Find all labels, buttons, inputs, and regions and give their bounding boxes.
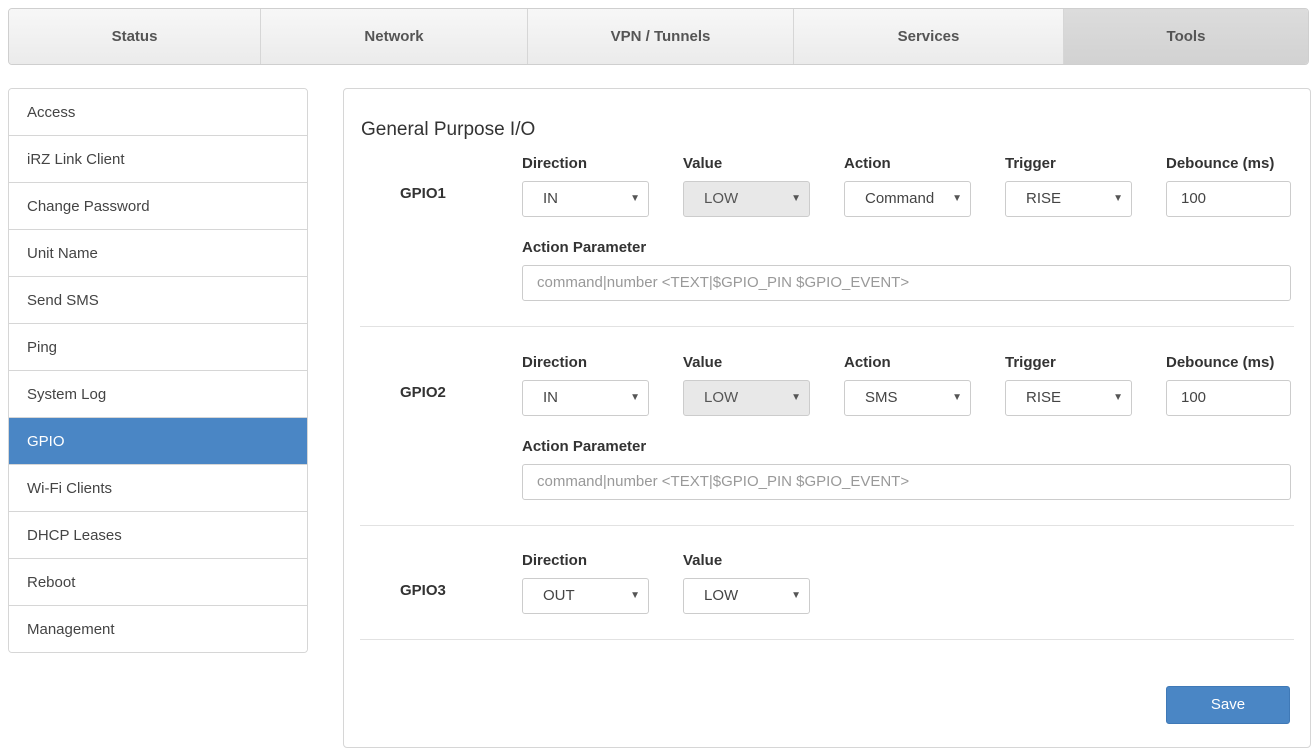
- gpio2-action-label: Action: [844, 354, 891, 371]
- chevron-down-icon: ▼: [630, 392, 640, 403]
- gpio2-direction-select[interactable]: IN ▼: [522, 380, 649, 416]
- gpio2-debounce-input[interactable]: 100: [1166, 380, 1291, 416]
- chevron-down-icon: ▼: [1113, 392, 1123, 403]
- gpio3-direction-value: OUT: [543, 587, 575, 604]
- sidebar-item-send-sms[interactable]: Send SMS: [9, 277, 307, 324]
- gpio3-label: GPIO3: [400, 582, 446, 599]
- chevron-down-icon: ▼: [791, 590, 801, 601]
- sidebar-item-system-log[interactable]: System Log: [9, 371, 307, 418]
- gpio2-value-select: LOW ▼: [683, 380, 810, 416]
- gpio2-action-select[interactable]: SMS ▼: [844, 380, 971, 416]
- gpio1-direction-label: Direction: [522, 155, 588, 172]
- sidebar-item-management[interactable]: Management: [9, 606, 307, 652]
- gpio2-action-parameter-input[interactable]: command|number <TEXT|$GPIO_PIN $GPIO_EVE…: [522, 464, 1291, 500]
- sidebar-item-ping[interactable]: Ping: [9, 324, 307, 371]
- gpio1-value-select: LOW ▼: [683, 181, 810, 217]
- gpio1-label: GPIO1: [400, 185, 446, 202]
- tab-vpn-tunnels[interactable]: VPN / Tunnels: [528, 9, 794, 64]
- sidebar-menu: Access iRZ Link Client Change Password U…: [8, 88, 308, 653]
- gpio2-direction-label: Direction: [522, 354, 588, 371]
- chevron-down-icon: ▼: [952, 392, 962, 403]
- chevron-down-icon: ▼: [1113, 193, 1123, 204]
- gpio2-action-value: SMS: [865, 389, 898, 406]
- gpio2-debounce-label: Debounce (ms): [1166, 354, 1275, 371]
- gpio1-action-parameter-label: Action Parameter: [522, 239, 647, 256]
- chevron-down-icon: ▼: [630, 590, 640, 601]
- sidebar-item-wifi-clients[interactable]: Wi-Fi Clients: [9, 465, 307, 512]
- gpio1-action-select[interactable]: Command ▼: [844, 181, 971, 217]
- chevron-down-icon: ▼: [791, 193, 801, 204]
- sidebar-item-reboot[interactable]: Reboot: [9, 559, 307, 606]
- gpio3-value-select[interactable]: LOW ▼: [683, 578, 810, 614]
- gpio2-trigger-select[interactable]: RISE ▼: [1005, 380, 1132, 416]
- sidebar-item-access[interactable]: Access: [9, 89, 307, 136]
- gpio1-action-label: Action: [844, 155, 891, 172]
- gpio1-value-label: Value: [683, 155, 723, 172]
- tab-network[interactable]: Network: [261, 9, 528, 64]
- tab-tools[interactable]: Tools: [1064, 9, 1308, 64]
- chevron-down-icon: ▼: [952, 193, 962, 204]
- page-title: General Purpose I/O: [361, 119, 536, 140]
- sidebar-item-dhcp-leases[interactable]: DHCP Leases: [9, 512, 307, 559]
- gpio1-direction-value: IN: [543, 190, 558, 207]
- gpio1-trigger-label: Trigger: [1005, 155, 1056, 172]
- divider: [360, 525, 1294, 526]
- gpio2-action-parameter-label: Action Parameter: [522, 438, 647, 455]
- gpio2-label: GPIO2: [400, 384, 446, 401]
- gpio1-value-value: LOW: [704, 190, 739, 207]
- divider: [360, 326, 1294, 327]
- save-button[interactable]: Save: [1166, 686, 1290, 724]
- gpio2-value-value: LOW: [704, 389, 739, 406]
- top-navigation: Status Network VPN / Tunnels Services To…: [8, 8, 1309, 65]
- gpio1-trigger-value: RISE: [1026, 190, 1062, 207]
- gpio3-direction-select[interactable]: OUT ▼: [522, 578, 649, 614]
- gpio1-direction-select[interactable]: IN ▼: [522, 181, 649, 217]
- gpio3-direction-label: Direction: [522, 552, 588, 569]
- gpio1-debounce-input[interactable]: 100: [1166, 181, 1291, 217]
- chevron-down-icon: ▼: [630, 193, 640, 204]
- gpio3-value-value: LOW: [704, 587, 739, 604]
- sidebar-item-gpio[interactable]: GPIO: [9, 418, 307, 465]
- gpio1-action-value: Command: [865, 190, 935, 207]
- gpio3-value-label: Value: [683, 552, 723, 569]
- gpio1-trigger-select[interactable]: RISE ▼: [1005, 181, 1132, 217]
- sidebar-item-change-password[interactable]: Change Password: [9, 183, 307, 230]
- chevron-down-icon: ▼: [791, 392, 801, 403]
- gpio-panel: General Purpose I/O GPIO1 Direction Valu…: [343, 88, 1311, 748]
- gpio1-action-parameter-input[interactable]: command|number <TEXT|$GPIO_PIN $GPIO_EVE…: [522, 265, 1291, 301]
- gpio2-direction-value: IN: [543, 389, 558, 406]
- gpio2-trigger-label: Trigger: [1005, 354, 1056, 371]
- gpio2-value-label: Value: [683, 354, 723, 371]
- sidebar-item-irz-link-client[interactable]: iRZ Link Client: [9, 136, 307, 183]
- gpio2-trigger-value: RISE: [1026, 389, 1062, 406]
- divider: [360, 639, 1294, 640]
- gpio1-debounce-label: Debounce (ms): [1166, 155, 1275, 172]
- tab-services[interactable]: Services: [794, 9, 1064, 64]
- sidebar-item-unit-name[interactable]: Unit Name: [9, 230, 307, 277]
- tab-status[interactable]: Status: [9, 9, 261, 64]
